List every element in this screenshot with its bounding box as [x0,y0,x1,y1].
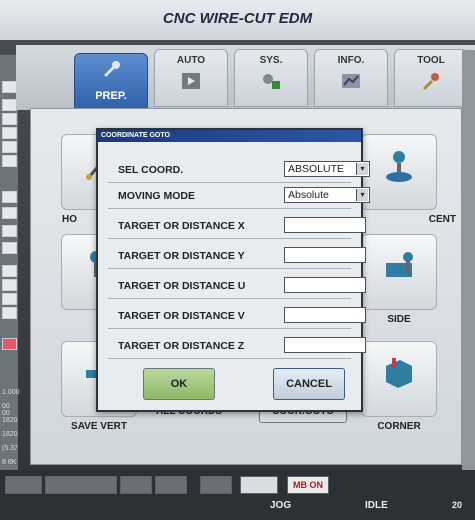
status-number: 20 [452,500,463,510]
sel-coord-row: SEL COORD. ABSOLUTE ▾ [108,158,370,183]
left-box [2,307,17,319]
sel-coord-label: SEL COORD. [118,164,184,176]
target-z-row: TARGET OR DISTANCE Z [108,334,366,359]
bottom-tool-button[interactable] [5,476,42,494]
ok-button[interactable]: OK [143,368,215,400]
target-u-input[interactable] [284,277,366,293]
bottom-tool-button[interactable] [120,476,152,494]
tools-icon [423,73,439,90]
left-box [2,191,17,203]
left-value: 00 00 [2,403,10,417]
side-probe-icon [386,252,413,277]
sel-coord-select[interactable]: ABSOLUTE ▾ [284,161,370,177]
moving-mode-label: MOVING MODE [118,190,196,202]
left-status-strip: 1.000 00 00 1820 1820 (5.37 8 8K [0,55,20,500]
tile-label: SAVE VERT [71,421,127,432]
bottom-tool-button[interactable] [45,476,117,494]
left-box [2,81,17,93]
chevron-down-icon: ▾ [356,163,368,175]
target-z-input[interactable] [284,337,366,353]
sel-coord-value: ABSOLUTE [288,163,345,175]
coordinate-goto-dialog: COORDINATE GOTO SEL COORD. ABSOLUTE ▾ MO… [96,128,370,412]
left-box [2,293,17,305]
left-box [2,141,17,153]
tab-auto[interactable]: AUTO [154,49,228,107]
main-tab-bar: PREP. AUTO SYS. INFO. TOOL [16,45,475,113]
chevron-down-icon: ▾ [356,189,368,201]
idle-status: IDLE [365,500,388,511]
bottom-tool-button[interactable] [155,476,187,494]
tile-label: HO [62,214,77,225]
center-probe-icon [386,151,412,182]
tab-info[interactable]: INFO. [314,49,388,107]
left-box [2,265,17,277]
tile-label: CORNER [377,421,421,432]
target-y-input[interactable] [284,247,366,263]
moving-mode-select[interactable]: Absolute ▾ [284,187,370,203]
left-box [2,127,17,139]
gears-icon [263,74,280,89]
alarm-box [2,338,17,350]
left-value: 1820 [2,431,18,438]
target-v-label: TARGET OR DISTANCE V [118,310,245,322]
tab-tool[interactable]: TOOL [394,49,468,107]
dialog-title: COORDINATE GOTO [98,130,361,142]
target-x-row: TARGET OR DISTANCE X [108,214,366,239]
left-box [2,155,17,167]
tab-label: INFO. [337,55,365,66]
target-z-label: TARGET OR DISTANCE Z [118,340,245,352]
left-box [2,242,17,254]
left-box [2,279,17,291]
target-y-label: TARGET OR DISTANCE Y [118,250,245,262]
tab-label: AUTO [176,55,206,66]
tile-side[interactable]: SIDE [361,234,437,325]
cnc-screen: CNC WIRE-CUT EDM 1.000 00 00 1820 1820 (… [0,0,475,520]
tab-label: TOOL [417,55,445,66]
target-x-label: TARGET OR DISTANCE X [118,220,245,232]
jog-status: JOG [270,500,292,511]
left-value: 1.000 [2,389,20,396]
target-v-input[interactable] [284,307,366,323]
target-y-row: TARGET OR DISTANCE Y [108,244,366,269]
moving-mode-value: Absolute [288,189,329,201]
tile-center[interactable]: CENT [361,134,456,225]
target-u-row: TARGET OR DISTANCE U [108,274,366,299]
left-box [2,113,17,125]
left-box [2,99,17,111]
play-icon [182,73,200,89]
tab-sys[interactable]: SYS. [234,49,308,107]
tab-label: SYS. [259,55,283,66]
left-box [2,207,17,219]
tab-label: PREP. [95,90,127,102]
tab-prep[interactable]: PREP. [74,53,148,113]
tile-label: CENT [428,214,456,225]
left-value: 8 8K [2,459,17,466]
title-bar: CNC WIRE-CUT EDM [0,0,475,40]
moving-mode-row: MOVING MODE Absolute ▾ [108,184,370,209]
cancel-button[interactable]: CANCEL [273,368,345,400]
left-value: (5.37 [2,445,18,452]
window-title: CNC WIRE-CUT EDM [162,10,313,27]
bottom-tool-button[interactable] [200,476,232,494]
target-x-input[interactable] [284,217,366,233]
corner-icon [386,358,412,388]
chart-icon [342,74,360,88]
right-edge [462,50,475,470]
mb-on-indicator[interactable]: MB ON [287,476,329,494]
target-v-row: TARGET OR DISTANCE V [108,304,366,329]
target-u-label: TARGET OR DISTANCE U [118,280,246,292]
wrench-icon [104,61,120,77]
left-value: 1820 [2,417,18,424]
tile-corner[interactable]: CORNER [361,341,437,432]
left-box [2,225,17,237]
pump-icon[interactable] [240,476,278,494]
tile-label: SIDE [387,314,411,325]
